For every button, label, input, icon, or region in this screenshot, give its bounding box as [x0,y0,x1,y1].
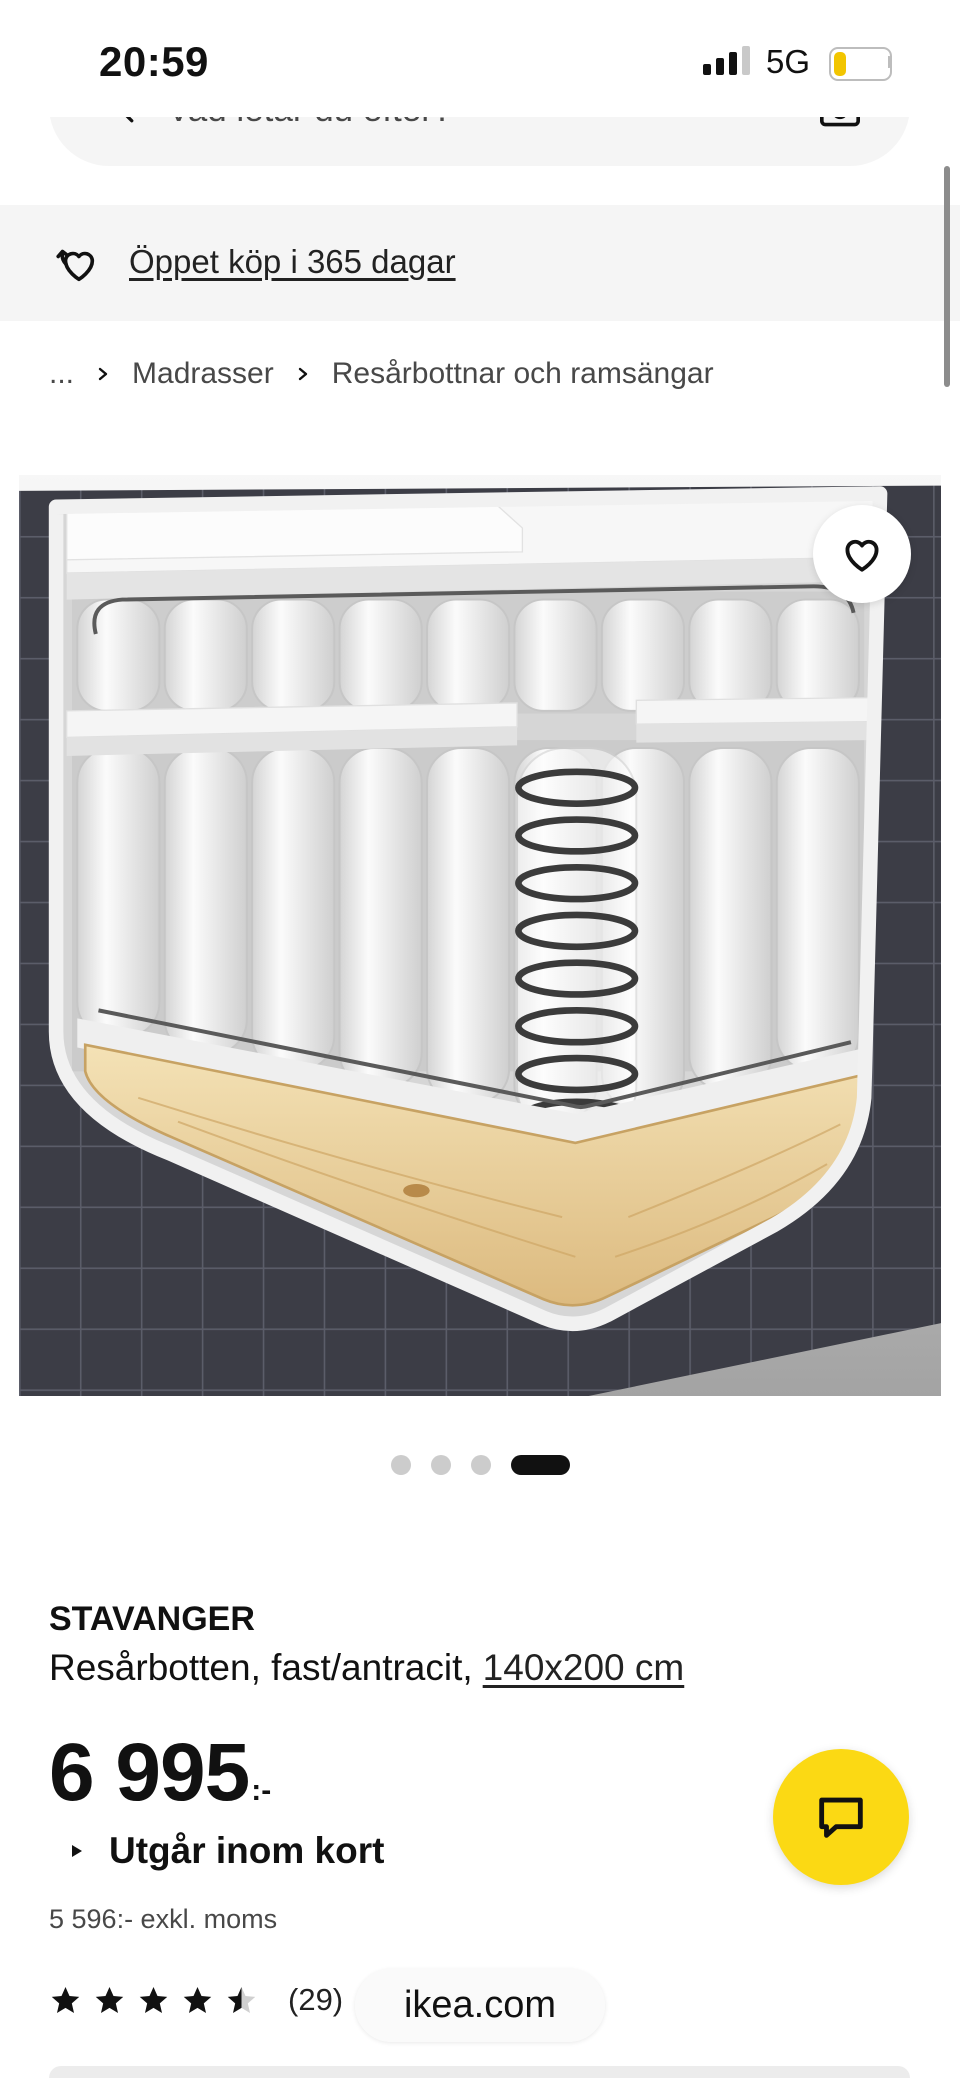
return-policy-link[interactable]: Öppet köp i 365 dagar [129,242,456,282]
rating[interactable]: (29) [49,1982,343,2018]
next-section-edge [49,2066,910,2078]
breadcrumb-item-more[interactable]: ... [49,357,74,391]
breadcrumb: ... Madrasser Resårbottnar och ramsängar [49,354,714,394]
product-description-text: Resårbotten, fast/antracit, [49,1647,473,1688]
battery-icon [829,47,892,81]
mattress-cross-section-image [19,475,941,1396]
signal-icon [703,45,751,75]
carousel-dot[interactable] [390,1455,411,1475]
star-icon [93,1984,126,2017]
breadcrumb-item-madrasser[interactable]: Madrasser [132,357,274,391]
network-type: 5G [766,43,811,80]
review-count: (29) [288,1982,344,2017]
star-icon [49,1984,82,2017]
chat-button[interactable] [773,1749,909,1885]
url-text: ikea.com [403,1984,557,2026]
price-value: 6 995 [49,1727,250,1818]
carousel-dot[interactable] [470,1455,491,1475]
return-policy-icon [56,249,95,282]
signal-bar [703,64,711,75]
clock: 20:59 [99,38,209,85]
half-star-icon [225,1984,258,2017]
caret-right-icon [72,1845,82,1857]
browser-url-bar[interactable]: ikea.com [355,1969,605,2042]
battery-nub [888,56,892,68]
star-rating [49,1984,258,2017]
price-excl-vat: 5 596:- exkl. moms [49,1904,278,1934]
signal-bar [742,46,750,75]
product-name: STAVANGER [49,1600,255,1638]
signal-bar [729,52,737,75]
breadcrumb-item-resarbottnar[interactable]: Resårbottnar och ramsängar [332,357,714,391]
carousel-dot[interactable] [430,1455,451,1475]
chevron-right-icon [298,367,307,381]
battery-fill [834,52,846,76]
star-icon [181,1984,214,2017]
stock-status-text: Utgår inom kort [109,1830,385,1871]
chat-icon [819,1797,863,1838]
signal-bar [716,58,724,75]
carousel-dot-active[interactable] [510,1455,570,1475]
star-icon [137,1984,170,2017]
product-description: Resårbotten, fast/antracit, 140x200 cm [49,1645,684,1691]
return-policy-banner: Öppet köp i 365 dagar [0,205,960,321]
chevron-right-icon [98,367,108,381]
price: 6 995:- [49,1728,271,1841]
status-bar: 20:59 5G [0,0,960,117]
stock-status: Utgår inom kort [69,1829,384,1873]
price-suffix: :- [251,1774,272,1807]
size-link[interactable]: 140x200 cm [483,1647,685,1688]
heart-icon [845,539,879,572]
favorite-button[interactable] [813,505,911,603]
carousel-dots [0,1455,960,1475]
product-image[interactable] [19,475,941,1396]
scrollbar[interactable] [944,166,950,387]
